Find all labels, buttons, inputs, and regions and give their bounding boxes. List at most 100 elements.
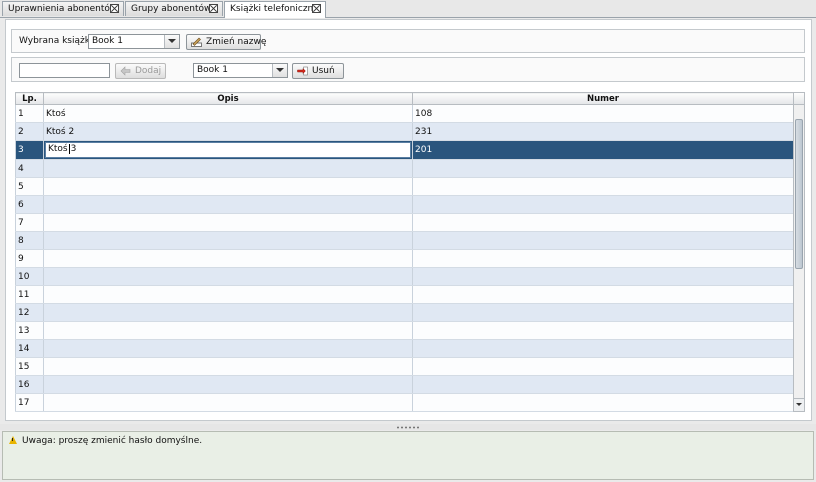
table-row[interactable]: 13 — [15, 321, 794, 340]
cell-numer[interactable] — [412, 393, 794, 412]
close-icon[interactable] — [312, 4, 321, 13]
close-icon[interactable] — [110, 4, 119, 13]
table-row-selected[interactable]: 3 Ktoś 3 201 — [15, 140, 794, 160]
rename-button-label: Zmień nazwę — [206, 37, 267, 47]
tab-label: Książki telefoniczne — [230, 4, 319, 14]
add-arrow-icon — [120, 66, 131, 76]
scroll-down-arrow-icon[interactable] — [794, 398, 804, 411]
tab-label: Grupy abonentów — [131, 4, 212, 14]
cell-opis[interactable] — [43, 303, 413, 322]
delete-button[interactable]: Usuń — [292, 63, 344, 79]
cell-lp: 15 — [15, 357, 44, 376]
cell-opis[interactable] — [43, 195, 413, 214]
table-row[interactable]: 10 — [15, 267, 794, 286]
cell-opis[interactable]: Ktoś 2 — [43, 122, 413, 141]
cell-numer[interactable] — [412, 285, 794, 304]
cell-opis[interactable] — [43, 177, 413, 196]
close-icon[interactable] — [209, 4, 218, 13]
table-row[interactable]: 16 — [15, 375, 794, 394]
add-button-label: Dodaj — [135, 66, 162, 76]
book-select-secondary[interactable]: Book 1 — [193, 63, 288, 78]
cell-opis[interactable]: Ktoś — [43, 104, 413, 123]
cell-numer[interactable] — [412, 321, 794, 340]
cell-numer[interactable] — [412, 195, 794, 214]
cell-numer[interactable] — [412, 357, 794, 376]
cell-lp: 1 — [15, 104, 44, 123]
cell-lp: 10 — [15, 267, 44, 286]
table-row[interactable]: 11 — [15, 285, 794, 304]
cell-numer[interactable] — [412, 231, 794, 250]
cell-numer[interactable] — [412, 267, 794, 286]
cell-numer[interactable]: 201 — [412, 140, 794, 160]
scrollbar-thumb[interactable] — [795, 119, 803, 269]
cell-lp: 3 — [15, 140, 44, 160]
book-select-secondary-value: Book 1 — [197, 65, 228, 75]
column-header-lp[interactable]: Lp. — [15, 92, 44, 105]
cell-numer[interactable] — [412, 375, 794, 394]
column-header-numer[interactable]: Numer — [412, 92, 794, 105]
cell-lp: 6 — [15, 195, 44, 214]
cell-lp: 8 — [15, 231, 44, 250]
table-vertical-scrollbar[interactable] — [793, 92, 805, 412]
phonebook-table: Lp. Opis Numer 1 Ktoś 108 2 Ktoś 2 231 3… — [15, 92, 794, 412]
edit-text-after-caret: 3 — [70, 144, 77, 154]
cell-opis[interactable] — [43, 357, 413, 376]
cell-opis[interactable] — [43, 393, 413, 412]
cell-lp: 17 — [15, 393, 44, 412]
table-row[interactable]: 1 Ktoś 108 — [15, 104, 794, 123]
cell-opis[interactable] — [43, 267, 413, 286]
chevron-down-icon[interactable] — [164, 35, 179, 48]
table-row[interactable]: 15 — [15, 357, 794, 376]
tab-bar: Uprawnienia abonentów Grupy abonentów Ks… — [0, 0, 816, 18]
tab-ksiazki-telefoniczne[interactable]: Książki telefoniczne — [224, 1, 326, 18]
cell-lp: 16 — [15, 375, 44, 394]
table-row[interactable]: 7 — [15, 213, 794, 232]
cell-opis[interactable] — [43, 285, 413, 304]
cell-opis[interactable] — [43, 339, 413, 358]
table-row[interactable]: 9 — [15, 249, 794, 268]
new-entry-input[interactable] — [19, 63, 110, 78]
table-row[interactable]: 5 — [15, 177, 794, 196]
cell-numer[interactable] — [412, 159, 794, 178]
entry-actions-box: Dodaj Book 1 Usuń — [11, 57, 805, 82]
cell-opis[interactable] — [43, 213, 413, 232]
tab-uprawnienia-abonentow[interactable]: Uprawnienia abonentów — [2, 1, 124, 16]
cell-numer[interactable]: 231 — [412, 122, 794, 141]
cell-edit-input[interactable]: Ktoś 3 — [45, 142, 411, 158]
cell-numer[interactable]: 108 — [412, 104, 794, 123]
cell-opis[interactable] — [43, 249, 413, 268]
edit-text-before-caret: Ktoś — [48, 144, 68, 154]
table-row[interactable]: 6 — [15, 195, 794, 214]
table-row[interactable]: 2 Ktoś 2 231 — [15, 122, 794, 141]
cell-opis[interactable] — [43, 375, 413, 394]
cell-opis-editor[interactable]: Ktoś 3 — [43, 140, 413, 160]
cell-opis[interactable] — [43, 159, 413, 178]
book-select[interactable]: Book 1 — [88, 34, 180, 49]
cell-numer[interactable] — [412, 339, 794, 358]
cell-opis[interactable] — [43, 231, 413, 250]
cell-opis[interactable] — [43, 321, 413, 340]
splitter-grip-icon[interactable] — [396, 426, 420, 429]
table-row[interactable]: 4 — [15, 159, 794, 178]
table-row[interactable]: 14 — [15, 339, 794, 358]
book-selector-box: Wybrana książka: Book 1 Zmień nazwę — [11, 29, 805, 53]
column-header-opis[interactable]: Opis — [43, 92, 413, 105]
cell-numer[interactable] — [412, 303, 794, 322]
table-row[interactable]: 8 — [15, 231, 794, 250]
tab-grupy-abonentow[interactable]: Grupy abonentów — [125, 1, 223, 16]
rename-icon — [191, 37, 202, 47]
cell-lp: 14 — [15, 339, 44, 358]
warning-icon-mark — [12, 438, 13, 441]
cell-numer[interactable] — [412, 177, 794, 196]
column-chooser-icon[interactable] — [794, 93, 804, 105]
cell-lp: 2 — [15, 122, 44, 141]
cell-numer[interactable] — [412, 249, 794, 268]
cell-lp: 9 — [15, 249, 44, 268]
add-button[interactable]: Dodaj — [115, 63, 166, 79]
delete-button-label: Usuń — [312, 66, 335, 76]
rename-button[interactable]: Zmień nazwę — [186, 34, 266, 50]
chevron-down-icon[interactable] — [272, 64, 287, 77]
cell-numer[interactable] — [412, 213, 794, 232]
table-row[interactable]: 17 — [15, 393, 794, 412]
table-row[interactable]: 12 — [15, 303, 794, 322]
